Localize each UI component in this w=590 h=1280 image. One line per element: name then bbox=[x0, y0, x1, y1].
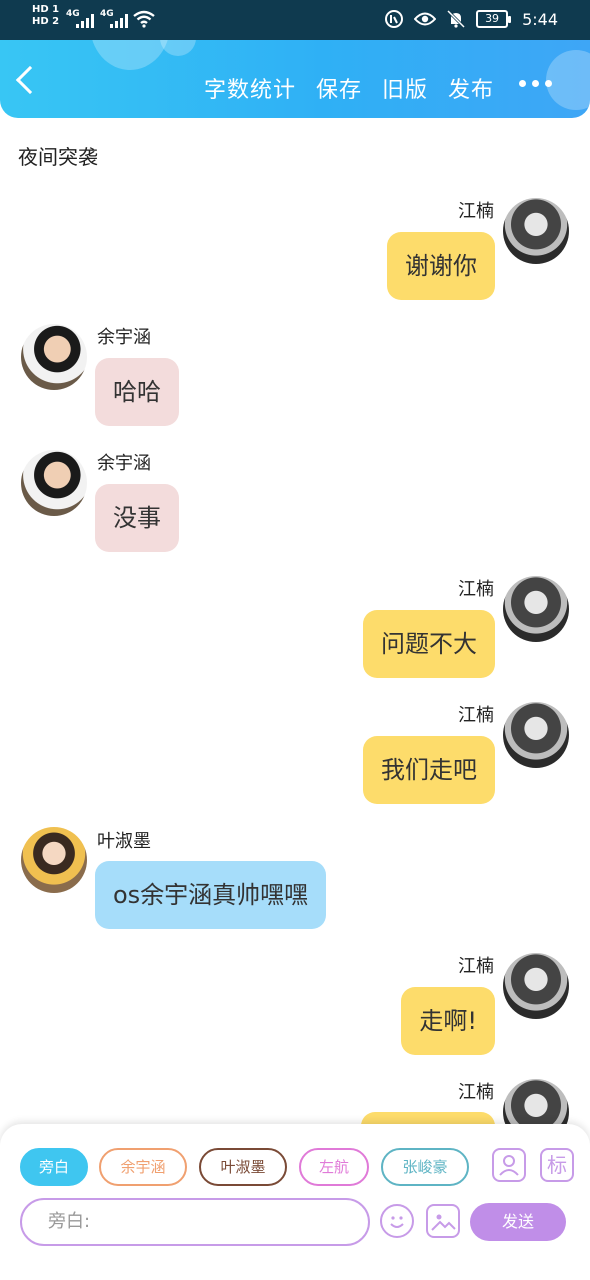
image-icon[interactable] bbox=[426, 1204, 460, 1238]
publish-button[interactable]: 发布 bbox=[448, 72, 494, 104]
signal2-icon bbox=[110, 12, 128, 28]
sender-name: 叶淑墨 bbox=[97, 831, 151, 852]
mute-bell-icon bbox=[447, 9, 466, 29]
avatar[interactable] bbox=[21, 450, 87, 516]
eye-icon bbox=[414, 12, 437, 26]
send-button[interactable]: 发送 bbox=[470, 1203, 566, 1241]
nfc-icon bbox=[385, 10, 404, 28]
tag-icon[interactable]: 标 bbox=[540, 1148, 574, 1182]
top-bar: HD 1 HD 2 4G 4G 39 5:44 字数统计 保存 旧版 发布 bbox=[0, 0, 590, 118]
role-chip-ye-shumo[interactable]: 叶淑墨 bbox=[199, 1148, 287, 1186]
person-icon[interactable] bbox=[492, 1148, 526, 1182]
sender-name: 余宇涵 bbox=[97, 453, 151, 474]
avatar[interactable] bbox=[503, 198, 569, 264]
message-input[interactable]: 旁白: bbox=[20, 1198, 370, 1246]
role-chip-yu-yuhan[interactable]: 余宇涵 bbox=[99, 1148, 187, 1186]
status-right: 39 5:44 bbox=[384, 9, 558, 29]
role-chip-zuo-hang[interactable]: 左航 bbox=[299, 1148, 369, 1186]
sender-name: 余宇涵 bbox=[97, 327, 151, 348]
sender-name: 江楠 bbox=[458, 705, 494, 726]
message-bubble[interactable]: 走啊! bbox=[401, 987, 495, 1055]
back-arrow-icon[interactable] bbox=[15, 65, 45, 95]
clock: 5:44 bbox=[522, 9, 558, 29]
battery-icon: 39 bbox=[476, 10, 512, 28]
message-bubble[interactable]: 谢谢你 bbox=[387, 232, 495, 300]
save-button[interactable]: 保存 bbox=[316, 72, 362, 104]
role-chip-zhang-junhao[interactable]: 张峻豪 bbox=[381, 1148, 469, 1186]
message-bubble[interactable]: 没事 bbox=[95, 484, 179, 552]
avatar[interactable] bbox=[503, 702, 569, 768]
sender-name: 江楠 bbox=[458, 579, 494, 600]
more-icon[interactable] bbox=[519, 80, 552, 87]
sender-name: 江楠 bbox=[458, 201, 494, 222]
message-bubble[interactable]: 哈哈 bbox=[95, 358, 179, 426]
nav-bar: 字数统计 保存 旧版 发布 bbox=[0, 40, 590, 118]
sender-name: 江楠 bbox=[458, 956, 494, 977]
emoji-icon[interactable] bbox=[380, 1204, 414, 1238]
avatar[interactable] bbox=[21, 324, 87, 390]
sim1-label: HD 1 bbox=[32, 4, 60, 15]
sim2-label: HD 2 bbox=[32, 16, 60, 27]
word-count-button[interactable]: 字数统计 bbox=[204, 72, 296, 104]
role-chip-narrator[interactable]: 旁白 bbox=[20, 1148, 88, 1186]
message-bubble[interactable]: os余宇涵真帅嘿嘿 bbox=[95, 861, 327, 929]
avatar[interactable] bbox=[21, 827, 87, 893]
chat-title: 夜间突袭 bbox=[18, 145, 98, 169]
sender-name: 江楠 bbox=[458, 1082, 494, 1103]
old-version-button[interactable]: 旧版 bbox=[382, 72, 428, 104]
status-bar: HD 1 HD 2 4G 4G 39 5:44 bbox=[0, 0, 590, 40]
avatar[interactable] bbox=[503, 953, 569, 1019]
avatar[interactable] bbox=[503, 576, 569, 642]
input-panel: 旁白 余宇涵 叶淑墨 左航 张峻豪 标 旁白: 发送 bbox=[0, 1124, 590, 1280]
message-bubble[interactable]: 我们走吧 bbox=[363, 736, 495, 804]
nav-actions: 字数统计 保存 旧版 发布 bbox=[204, 72, 494, 104]
sim-indicators: HD 1 HD 2 bbox=[32, 4, 59, 28]
signal1-icon bbox=[76, 12, 94, 28]
message-bubble[interactable]: 问题不大 bbox=[363, 610, 495, 678]
wifi-icon bbox=[133, 10, 155, 28]
